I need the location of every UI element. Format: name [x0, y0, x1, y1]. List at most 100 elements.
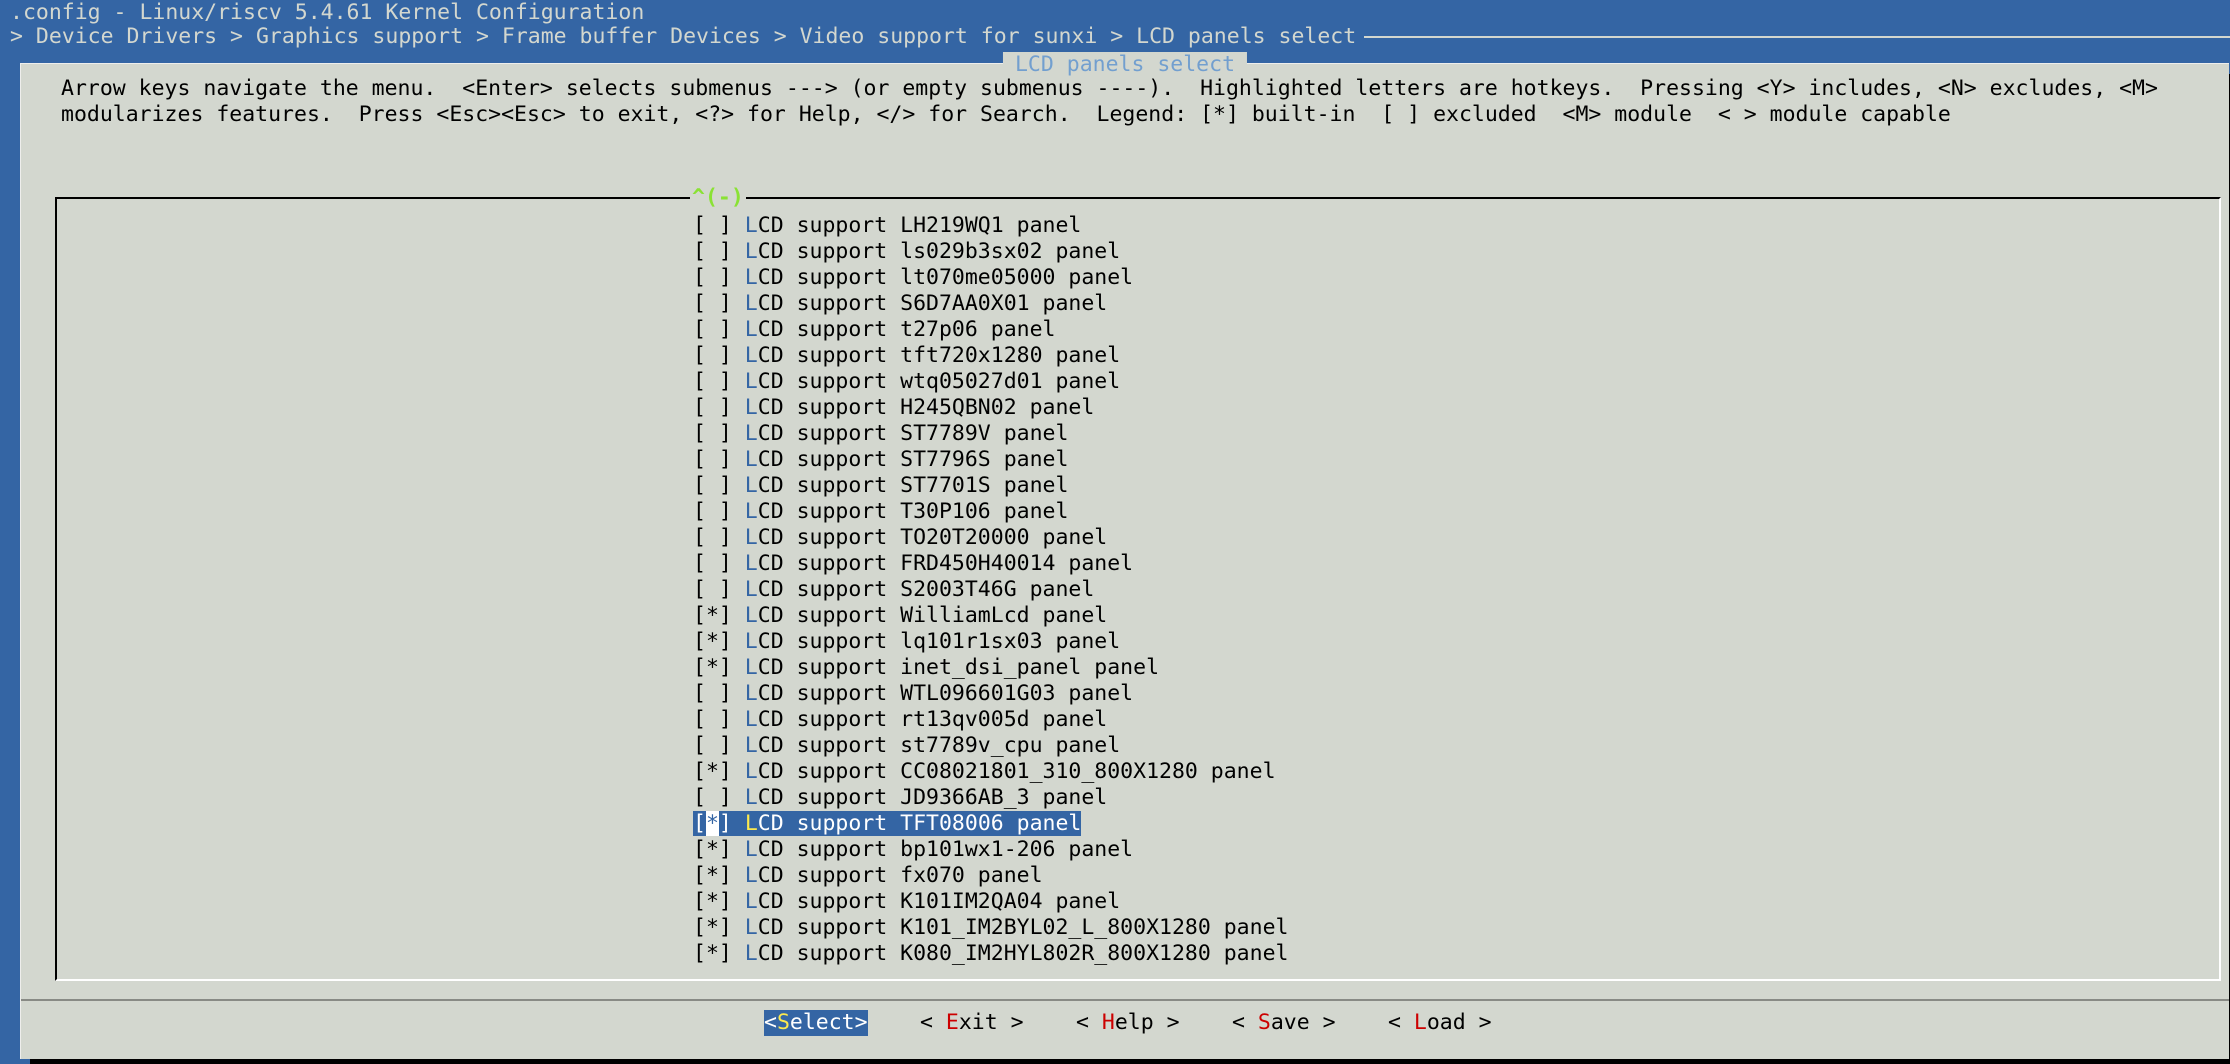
menu-item[interactable]: [ ] LCD support TO20T20000 panel — [693, 525, 1288, 551]
hotkey-letter: L — [744, 395, 758, 420]
menu-item[interactable]: [ ] LCD support t27p06 panel — [693, 317, 1288, 343]
menu-item-label: CD support WilliamLcd panel — [757, 603, 1108, 628]
option-state[interactable]: [*] — [693, 629, 732, 654]
help-text: Arrow keys navigate the menu. <Enter> se… — [61, 76, 2158, 128]
menu-item-text: [*] LCD support K080_IM2HYL802R_800X1280… — [693, 941, 1288, 966]
option-state[interactable]: [ ] — [693, 265, 732, 290]
menu-item[interactable]: [*] LCD support WilliamLcd panel — [693, 603, 1288, 629]
menu-item[interactable]: [*] LCD support fx070 panel — [693, 863, 1288, 889]
exit-button-pre: < — [920, 1010, 946, 1035]
menu-item-label: CD support lt070me05000 panel — [757, 265, 1134, 290]
option-state[interactable]: [ ] — [693, 577, 732, 602]
menu-box[interactable]: ^(-) [ ] LCD support LH219WQ1 panel[ ] L… — [55, 185, 2221, 981]
menu-item-label: CD support K101_IM2BYL02_L_800X1280 pane… — [757, 915, 1289, 940]
menu-item[interactable]: [ ] LCD support lt070me05000 panel — [693, 265, 1288, 291]
menu-item[interactable]: [*] LCD support bp101wx1-206 panel — [693, 837, 1288, 863]
menu-item-text: [ ] LCD support JD9366AB_3 panel — [693, 785, 1107, 810]
option-state[interactable]: [*] — [693, 941, 732, 966]
menu-item[interactable]: [ ] LCD support wtq05027d01 panel — [693, 369, 1288, 395]
load-button[interactable]: < Load > — [1388, 1010, 1492, 1036]
option-state[interactable]: [ ] — [693, 213, 732, 238]
hotkey-letter: L — [744, 837, 758, 862]
option-state[interactable]: [*] — [693, 863, 732, 888]
option-state[interactable]: [*] — [693, 811, 732, 836]
menu-list: [ ] LCD support LH219WQ1 panel[ ] LCD su… — [693, 213, 1288, 967]
menu-item-selected[interactable]: [*] LCD support TFT08006 panel — [693, 811, 1288, 837]
menu-item[interactable]: [ ] LCD support ST7789V panel — [693, 421, 1288, 447]
menu-item-text: [ ] LCD support LH219WQ1 panel — [693, 213, 1081, 238]
option-state[interactable]: [ ] — [693, 525, 732, 550]
hotkey-letter: L — [744, 421, 758, 446]
select-button-post: elect> — [789, 1010, 868, 1035]
option-state[interactable]: [*] — [693, 889, 732, 914]
select-button[interactable]: <Select> — [764, 1010, 868, 1036]
menu-item[interactable]: [*] LCD support K080_IM2HYL802R_800X1280… — [693, 941, 1288, 967]
option-state[interactable]: [ ] — [693, 473, 732, 498]
breadcrumb-rule — [1364, 36, 2230, 38]
hotkey-letter: L — [744, 733, 758, 758]
state-close: ] — [718, 811, 732, 836]
exit-button[interactable]: < Exit > — [920, 1010, 1024, 1036]
hotkey-letter: L — [744, 941, 758, 966]
hotkey-letter: L — [744, 577, 758, 602]
exit-button-post: xit > — [958, 1010, 1024, 1035]
menu-item[interactable]: [ ] LCD support JD9366AB_3 panel — [693, 785, 1288, 811]
hotkey-letter: L — [744, 629, 758, 654]
option-state[interactable]: [ ] — [693, 369, 732, 394]
menu-item-label: CD support lq101r1sx03 panel — [757, 629, 1121, 654]
option-state[interactable]: [*] — [693, 655, 732, 680]
option-state[interactable]: [ ] — [693, 291, 732, 316]
menu-item[interactable]: [ ] LCD support WTL096601G03 panel — [693, 681, 1288, 707]
menu-item[interactable]: [ ] LCD support ls029b3sx02 panel — [693, 239, 1288, 265]
menu-item[interactable]: [ ] LCD support tft720x1280 panel — [693, 343, 1288, 369]
option-state[interactable]: [ ] — [693, 733, 732, 758]
menu-item[interactable]: [ ] LCD support rt13qv005d panel — [693, 707, 1288, 733]
menu-item[interactable]: [ ] LCD support LH219WQ1 panel — [693, 213, 1288, 239]
option-state[interactable]: [ ] — [693, 447, 732, 472]
menu-item-text: [ ] LCD support t27p06 panel — [693, 317, 1055, 342]
menu-item[interactable]: [ ] LCD support H245QBN02 panel — [693, 395, 1288, 421]
save-button[interactable]: < Save > — [1232, 1010, 1336, 1036]
menu-item[interactable]: [ ] LCD support ST7796S panel — [693, 447, 1288, 473]
hotkey-letter: L — [744, 473, 758, 498]
option-state[interactable]: [ ] — [693, 239, 732, 264]
option-state[interactable]: [ ] — [693, 317, 732, 342]
menu-item[interactable]: [ ] LCD support S2003T46G panel — [693, 577, 1288, 603]
menu-item-text: [ ] LCD support ST7789V panel — [693, 421, 1068, 446]
menu-item[interactable]: [ ] LCD support S6D7AA0X01 panel — [693, 291, 1288, 317]
menu-item-text: [*] LCD support fx070 panel — [693, 863, 1043, 888]
option-state[interactable]: [ ] — [693, 785, 732, 810]
option-state[interactable]: [*] — [693, 603, 732, 628]
menu-item[interactable]: [*] LCD support K101_IM2BYL02_L_800X1280… — [693, 915, 1288, 941]
option-state[interactable]: [*] — [693, 915, 732, 940]
menu-item[interactable]: [ ] LCD support st7789v_cpu panel — [693, 733, 1288, 759]
scroll-up-indicator[interactable]: ^(-) — [690, 185, 746, 211]
help-button[interactable]: < Help > — [1076, 1010, 1180, 1036]
menu-item-text: [ ] LCD support rt13qv005d panel — [693, 707, 1107, 732]
menu-item[interactable]: [ ] LCD support ST7701S panel — [693, 473, 1288, 499]
option-state[interactable]: [ ] — [693, 499, 732, 524]
menu-item-text: [*] LCD support lq101r1sx03 panel — [693, 629, 1120, 654]
option-state[interactable]: [ ] — [693, 421, 732, 446]
hotkey-letter: L — [744, 681, 758, 706]
option-state[interactable]: [ ] — [693, 395, 732, 420]
option-state[interactable]: [ ] — [693, 343, 732, 368]
menu-item-label: CD support FRD450H40014 panel — [757, 551, 1134, 576]
menu-item[interactable]: [*] LCD support CC08021801_310_800X1280 … — [693, 759, 1288, 785]
menu-item-label: CD support T30P106 panel — [757, 499, 1069, 524]
menu-item-label: CD support S2003T46G panel — [757, 577, 1095, 602]
hotkey-letter: L — [744, 499, 758, 524]
menu-item[interactable]: [*] LCD support inet_dsi_panel panel — [693, 655, 1288, 681]
breadcrumb: > Device Drivers > Graphics support > Fr… — [10, 24, 2230, 50]
menu-item[interactable]: [ ] LCD support FRD450H40014 panel — [693, 551, 1288, 577]
option-state[interactable]: [ ] — [693, 681, 732, 706]
button-separator — [21, 999, 2229, 1001]
menu-item-label: CD support H245QBN02 panel — [757, 395, 1095, 420]
menu-item[interactable]: [*] LCD support K101IM2QA04 panel — [693, 889, 1288, 915]
menu-item[interactable]: [ ] LCD support T30P106 panel — [693, 499, 1288, 525]
option-state[interactable]: [*] — [693, 837, 732, 862]
menu-item[interactable]: [*] LCD support lq101r1sx03 panel — [693, 629, 1288, 655]
option-state[interactable]: [ ] — [693, 551, 732, 576]
option-state[interactable]: [ ] — [693, 707, 732, 732]
option-state[interactable]: [*] — [693, 759, 732, 784]
